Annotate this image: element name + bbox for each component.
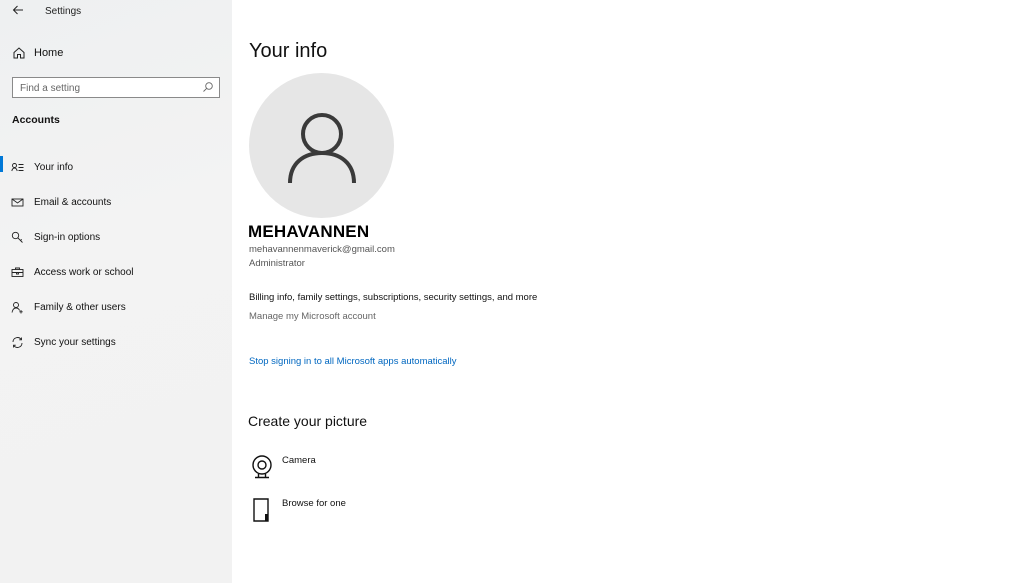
add-person-icon [11, 302, 23, 314]
user-name: MEHAVANNEN [248, 222, 370, 241]
briefcase-icon [11, 267, 24, 277]
sidebar-item-access-work-school[interactable]: Access work or school [0, 255, 232, 290]
sidebar-item-label: Your info [34, 162, 74, 173]
browse-icon [253, 498, 269, 522]
home-nav-item[interactable]: Home [12, 44, 63, 62]
user-icon [288, 113, 356, 183]
browse-label: Browse for one [282, 498, 346, 509]
sync-icon [12, 337, 23, 348]
your-info-icon [11, 163, 24, 172]
user-email: mehavannenmaverick@gmail.com [249, 244, 395, 255]
sidebar-item-sign-in-options[interactable]: Sign-in options [0, 220, 232, 255]
sidebar: Settings Home Accounts Your info Email &… [0, 0, 232, 583]
sidebar-item-label: Sign-in options [34, 232, 101, 243]
sidebar-item-family-other-users[interactable]: Family & other users [0, 290, 232, 325]
manage-account-link[interactable]: Manage my Microsoft account [249, 311, 376, 322]
stop-signing-in-link[interactable]: Stop signing in to all Microsoft apps au… [249, 356, 457, 367]
browse-option[interactable]: Browse for one [250, 497, 346, 525]
back-button[interactable] [10, 4, 26, 20]
back-arrow-icon [12, 5, 23, 15]
section-title: Accounts [12, 114, 60, 126]
home-label: Home [34, 47, 64, 59]
sidebar-item-label: Access work or school [34, 267, 134, 278]
home-icon [13, 47, 25, 59]
sidebar-item-sync-settings[interactable]: Sync your settings [0, 325, 232, 360]
sidebar-nav: Your info Email & accounts Sign-in optio… [0, 150, 232, 360]
search-input[interactable] [13, 79, 193, 98]
sidebar-item-label: Sync your settings [34, 337, 116, 348]
search-icon[interactable] [202, 81, 214, 93]
billing-description: Billing info, family settings, subscript… [249, 292, 538, 303]
mail-icon [11, 198, 24, 207]
search-box[interactable] [12, 77, 220, 98]
user-role: Administrator [249, 258, 305, 269]
camera-option[interactable]: Camera [250, 454, 316, 482]
create-picture-title: Create your picture [248, 413, 368, 429]
sidebar-item-label: Family & other users [34, 302, 126, 313]
app-title: Settings [45, 6, 82, 17]
key-icon [11, 231, 23, 243]
sidebar-item-email-accounts[interactable]: Email & accounts [0, 185, 232, 220]
sidebar-item-label: Email & accounts [34, 197, 112, 208]
camera-label: Camera [282, 455, 316, 466]
sidebar-item-your-info[interactable]: Your info [0, 150, 232, 185]
avatar [249, 73, 394, 218]
camera-icon [252, 455, 272, 479]
title-bar: Settings [0, 0, 232, 24]
page-title: Your info [249, 40, 328, 62]
main-content: Your info MEHAVANNEN mehavannenmaverick@… [232, 0, 1024, 583]
